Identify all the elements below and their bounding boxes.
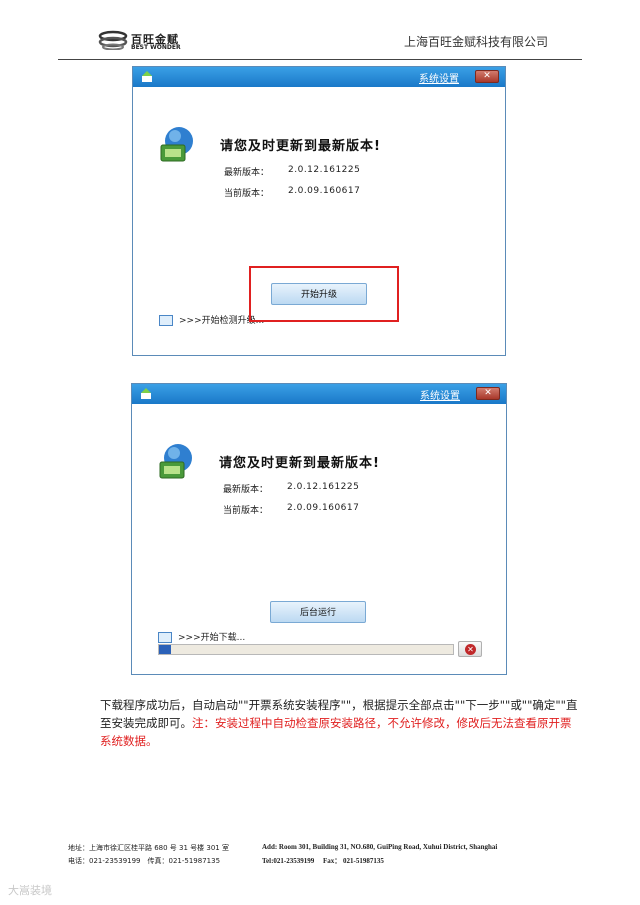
latest-version-row: 最新版本： 2.0.12.161225 <box>223 482 359 495</box>
logo-text-en: BEST WONDER <box>131 44 181 51</box>
app-icon <box>141 388 151 399</box>
highlight-box <box>249 266 399 322</box>
system-settings-link[interactable]: 系统设置 <box>420 387 460 402</box>
system-settings-link[interactable]: 系统设置 <box>419 70 459 85</box>
run-in-background-button[interactable]: 后台运行 <box>270 601 366 623</box>
current-version-row: 当前版本： 2.0.09.160617 <box>224 186 360 199</box>
dialog-headline: 请您及时更新到最新版本! <box>219 456 380 471</box>
close-button[interactable]: ✕ <box>476 387 500 400</box>
current-version-value: 2.0.09.160617 <box>287 503 360 513</box>
dialog-titlebar: 系统设置 ✕ <box>133 67 505 87</box>
latest-version-label: 最新版本： <box>223 485 269 495</box>
dialog-titlebar: 系统设置 ✕ <box>132 384 506 404</box>
latest-version-row: 最新版本： 2.0.12.161225 <box>224 165 360 178</box>
current-version-row: 当前版本： 2.0.09.160617 <box>223 503 359 516</box>
download-progress-bar <box>158 644 454 655</box>
dialog-headline: 请您及时更新到最新版本! <box>220 139 381 154</box>
watermark: 大嵩装境 <box>8 884 52 897</box>
footer-tel-en: Tel:021-23539199 Fax： 021-51987135 <box>262 857 384 865</box>
current-version-label: 当前版本： <box>224 189 270 199</box>
status-window-icon <box>159 315 173 326</box>
cancel-download-button[interactable]: ✕ <box>458 641 482 657</box>
progress-fill <box>159 645 171 654</box>
globe-update-icon <box>160 127 193 162</box>
footer-address-en: Add: Room 301, Building 31, NO.680, GuiP… <box>262 843 498 851</box>
globe-update-icon <box>159 444 192 479</box>
current-version-label: 当前版本： <box>223 506 269 516</box>
close-button[interactable]: ✕ <box>475 70 499 83</box>
latest-version-label: 最新版本： <box>224 168 270 178</box>
footer-address-cn: 地址：上海市徐汇区桂平路 680 号 31 号楼 301 室 <box>68 844 229 852</box>
company-name: 上海百旺金赋科技有限公司 <box>404 35 549 49</box>
update-dialog-download: 系统设置 ✕ 请您及时更新到最新版本! 最新版本： 2.0.12.161225 … <box>131 383 507 675</box>
latest-version-value: 2.0.12.161225 <box>288 165 361 175</box>
download-icon <box>158 632 172 643</box>
cancel-icon: ✕ <box>465 644 476 655</box>
current-version-value: 2.0.09.160617 <box>288 186 361 196</box>
status-text: >>>开始下载... <box>178 633 246 643</box>
instruction-paragraph: 下载程序成功后，自动启动""开票系统安装程序""，根据提示全部点击""下一步""… <box>100 696 580 750</box>
status-line: >>>开始下载... <box>158 630 245 643</box>
header-divider <box>58 59 582 60</box>
logo-icon <box>98 30 128 50</box>
app-icon <box>142 71 152 82</box>
latest-version-value: 2.0.12.161225 <box>287 482 360 492</box>
footer-tel-cn: 电话：021-23539199 传真：021-51987135 <box>68 857 221 865</box>
